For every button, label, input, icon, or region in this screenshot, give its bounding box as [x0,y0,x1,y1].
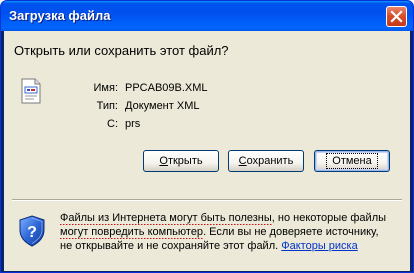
cancel-button-label: Отмена [326,153,378,169]
shield-question-icon: ? [19,215,45,247]
open-button[interactable]: Открыть [143,150,219,172]
dialog-body: Открыть или сохранить этот файл? Имя: PP… [4,31,410,271]
type-label: Тип: [96,100,118,112]
security-warning-text: Файлы из Интернета могут быть полезны, н… [60,211,402,253]
risk-factors-link[interactable]: Факторы риска [281,240,357,252]
source-label: С: [107,118,118,130]
warning-text-2b: . Если вы не доверяете источнику, [203,226,379,238]
title-bar[interactable]: Загрузка файла [1,1,413,31]
warning-text-underlined-2: могут повредить компьютер [60,226,204,239]
warning-text-underlined-1: Файлы из Интернета могут быть полезны [60,212,272,225]
close-icon [390,10,403,23]
open-button-label: Открыть [159,155,203,167]
file-source-value: prs [125,118,141,130]
save-button[interactable]: Сохранить [228,150,304,172]
window-title: Загрузка файла [9,8,111,23]
warning-text-3: не открывайте и не сохраняйте этот файл. [60,240,282,252]
file-name-value: PPCAB09B.XML [125,82,208,94]
file-type-value: Документ XML [125,100,200,112]
cancel-button[interactable]: Отмена [314,150,390,172]
dialog-heading: Открыть или сохранить этот файл? [14,43,229,58]
warning-text-1b: , но некоторые файлы [271,212,387,224]
close-button[interactable] [386,6,407,27]
name-label: Имя: [93,82,118,94]
separator-highlight [12,200,402,201]
svg-text:?: ? [27,224,37,241]
save-button-label: Сохранить [238,155,294,167]
download-dialog-window: Загрузка файла Открыть или сохранить это… [0,0,414,273]
